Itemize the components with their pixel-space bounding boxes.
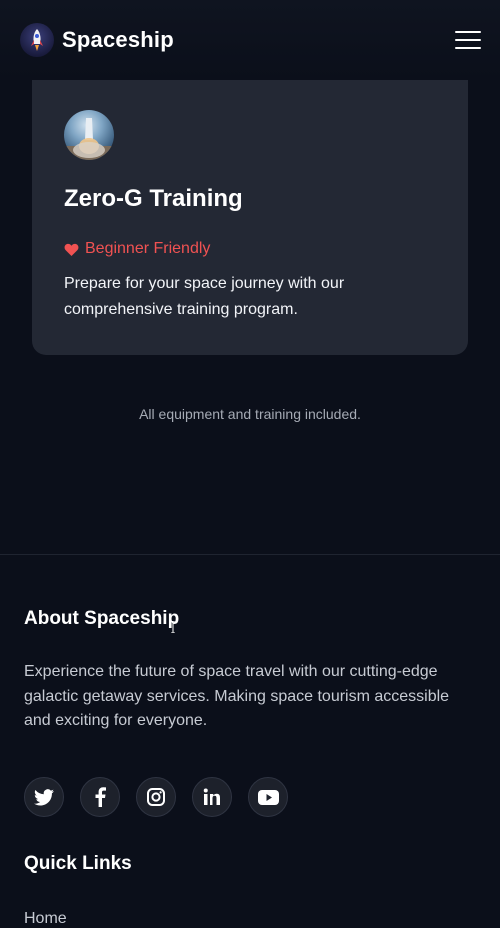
rocket-icon	[20, 23, 54, 57]
quick-link-home[interactable]: Home	[24, 910, 67, 928]
quick-links-title: Quick Links	[24, 853, 132, 874]
hamburger-menu-icon[interactable]	[455, 29, 481, 51]
text-cursor-icon	[171, 621, 175, 633]
training-card: Zero-G Training Beginner Friendly Prepar…	[32, 80, 468, 355]
card-title: Zero-G Training	[64, 185, 243, 212]
instagram-icon[interactable]	[136, 777, 176, 817]
equipment-note: All equipment and training included.	[139, 406, 361, 422]
navbar: Spaceship	[0, 0, 500, 80]
twitter-icon[interactable]	[24, 777, 64, 817]
card-tag-label: Beginner Friendly	[85, 240, 211, 257]
footer-divider	[0, 554, 500, 555]
rocket-launch-image	[64, 110, 114, 160]
social-links	[24, 777, 288, 817]
brand[interactable]: Spaceship	[20, 23, 174, 57]
about-title: About Spaceship	[24, 608, 180, 629]
about-text: Experience the future of space travel wi…	[24, 663, 450, 729]
heart-icon	[64, 243, 79, 256]
card-tag: Beginner Friendly	[64, 240, 210, 258]
card-description: Prepare for your space journey with our …	[64, 275, 345, 318]
facebook-icon[interactable]	[80, 777, 120, 817]
brand-name: Spaceship	[62, 27, 174, 52]
linkedin-icon[interactable]	[192, 777, 232, 817]
youtube-icon[interactable]	[248, 777, 288, 817]
